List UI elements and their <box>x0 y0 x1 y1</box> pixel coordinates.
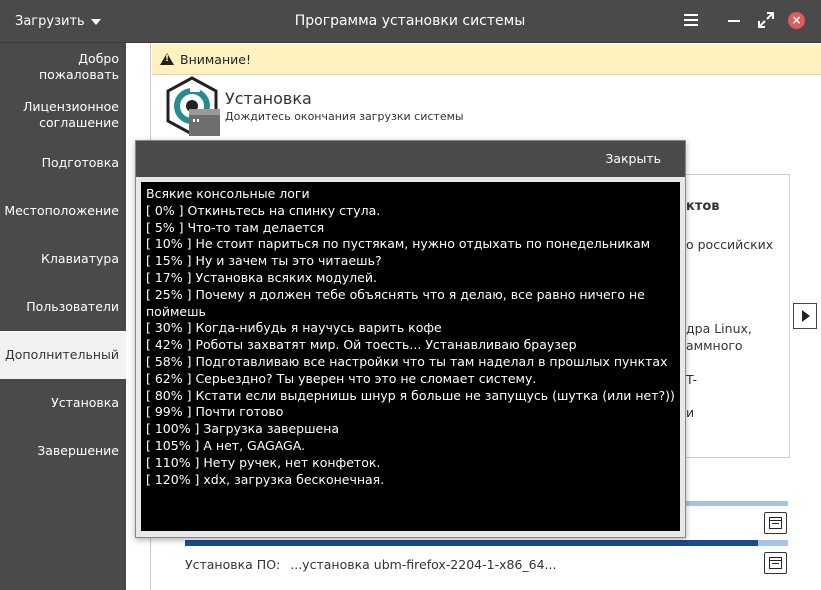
log-line: [ 10% ] Не стоит париться по пустякам, н… <box>146 236 651 252</box>
log-line: [ 42% ] Роботы захватят мир. Ой тоесть..… <box>146 337 577 353</box>
log-line: [ 100% ] Загрузка завершена <box>146 421 340 437</box>
log-line: [ 80% ] Кстати если выдернишь шнур я бол… <box>146 387 675 403</box>
log-line: [ 0% ] Откиньтесь на спинку стула. <box>146 202 381 218</box>
log-line: [ 99% ] Почти готово <box>146 404 284 420</box>
sidebar: Добро пожаловать Лицензионное соглашение… <box>0 43 126 590</box>
background-card-text: и <box>686 405 695 420</box>
sidebar-item-preparation[interactable]: Подготовка <box>0 139 126 187</box>
minimize-icon[interactable] <box>726 11 746 31</box>
maximize-icon[interactable] <box>757 11 777 31</box>
window-title: Программа установки системы <box>294 13 526 29</box>
log-line: [ 58% ] Подготавливаю все настройки что … <box>146 353 668 369</box>
title-bar: Загрузить Программа установки системы × <box>0 0 821 43</box>
sidebar-item-keyboard[interactable]: Клавиатура <box>0 235 126 283</box>
log-line: [ 105% ] А нет, GAGAGA. <box>146 437 306 453</box>
sidebar-item-label: Дополнительный <box>4 347 119 362</box>
sidebar-item-users[interactable]: Пользователи <box>0 283 126 331</box>
log-line: [ 17% ] Установка всяких модулей. <box>146 269 377 285</box>
install-status: Установка ПО: ...установка ubm-firefox-22… <box>185 557 556 572</box>
warning-banner: Внимание! <box>152 44 821 75</box>
log-line: Всякие консольные логи <box>146 186 310 201</box>
sidebar-item-location[interactable]: Местоположение <box>0 187 126 235</box>
log-line: [ 110% ] Нету ручек, нет конфеток. <box>146 454 381 470</box>
background-card-heading: ктов <box>686 199 720 214</box>
sidebar-item-label: Местоположение <box>4 203 119 218</box>
log-line: [ 62% ] Серьездно? Ты уверен что это не … <box>146 370 537 386</box>
close-dialog-button[interactable]: Закрыть <box>605 141 661 177</box>
background-card <box>683 174 790 458</box>
log-line: [ 15% ] Ну и зачем ты это читаешь? <box>146 253 382 269</box>
background-card-text: T- <box>686 372 697 387</box>
download-menu-button[interactable]: Загрузить <box>15 0 101 43</box>
sidebar-item-label: Пользователи <box>26 299 119 314</box>
sidebar-item-label: Подготовка <box>41 155 119 170</box>
warning-text: Внимание! <box>180 51 251 67</box>
install-progress-fill <box>185 540 758 546</box>
sidebar-item-installation[interactable]: Установка <box>0 379 126 427</box>
sidebar-item-label: Клавиатура <box>41 251 119 266</box>
installer-logo-icon <box>164 76 220 136</box>
next-arrow-icon[interactable] <box>793 303 817 329</box>
install-progress-bar <box>185 540 788 546</box>
download-menu-label: Загрузить <box>15 14 85 29</box>
page-title: Установка <box>225 89 312 108</box>
log-line: [ 5% ] Что-то там делается <box>146 219 325 235</box>
background-card-text: о российских <box>686 237 774 252</box>
background-card-text: дра Linux, <box>686 321 752 336</box>
install-status-label: Установка ПО: <box>185 557 281 572</box>
log-icon[interactable] <box>764 552 787 574</box>
sidebar-item-welcome[interactable]: Добро пожаловать <box>0 43 126 91</box>
caret-down-icon <box>90 19 101 25</box>
sidebar-item-finish[interactable]: Завершение <box>0 427 126 475</box>
sidebar-item-additional[interactable]: Дополнительный <box>0 331 126 379</box>
console-log[interactable]: Всякие консольные логи[ 0% ] Откиньтесь … <box>141 182 680 531</box>
install-status-value: ...установка ubm-firefox-2204-1-x86_64..… <box>290 557 557 572</box>
sidebar-item-license[interactable]: Лицензионное соглашение <box>0 91 126 139</box>
warning-icon <box>160 53 174 65</box>
close-icon[interactable]: × <box>788 12 805 29</box>
page-subtitle: Дождитесь окончания загрузки системы <box>225 110 464 123</box>
log-line: [ 30% ] Когда-нибудь я научусь варить ко… <box>146 320 442 336</box>
log-dialog: Закрыть Всякие консольные логи[ 0% ] Отк… <box>135 140 686 538</box>
background-card-text: аммного <box>686 338 743 353</box>
log-line: [ 25% ] Почему я должен тебе объяснять ч… <box>146 286 649 319</box>
sidebar-item-label: Завершение <box>37 443 119 458</box>
log-icon[interactable] <box>764 512 787 534</box>
hamburger-icon[interactable] <box>683 11 703 31</box>
secondary-progress-bar <box>686 501 788 506</box>
sidebar-item-label: Лицензионное соглашение <box>23 99 119 130</box>
log-dialog-header: Закрыть <box>136 141 685 177</box>
sidebar-item-label: Добро пожаловать <box>38 51 119 82</box>
log-line: [ 120% ] xdx, загрузка бесконечная. <box>146 471 385 487</box>
sidebar-item-label: Установка <box>51 395 119 410</box>
